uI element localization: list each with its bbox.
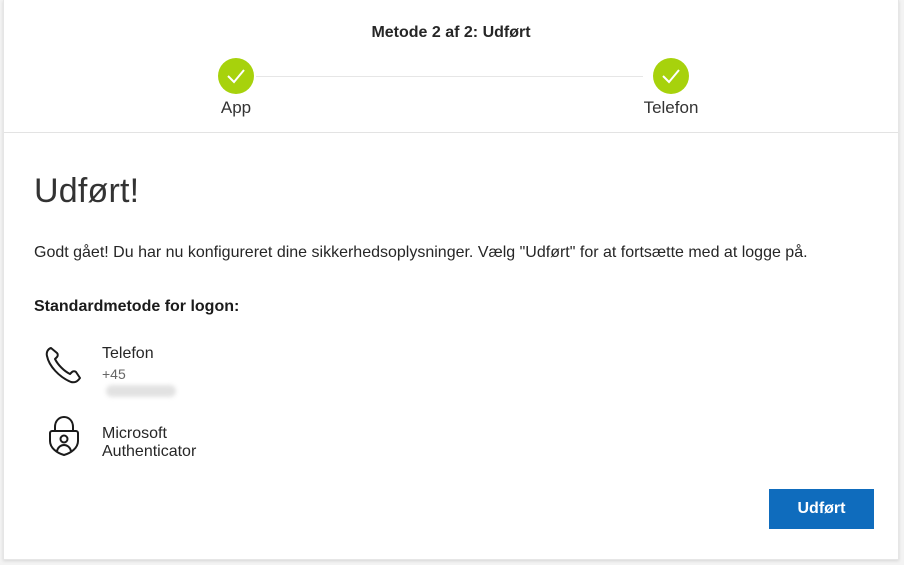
redacted-number	[106, 385, 176, 398]
done-button[interactable]: Udført	[769, 489, 874, 529]
method-phone-name: Telefon	[102, 345, 154, 362]
step-title: Metode 2 af 2: Udført	[371, 24, 531, 41]
step-app: App	[176, 58, 296, 118]
default-method-heading: Standardmetode for logon:	[34, 298, 240, 315]
setup-card: Metode 2 af 2: Udført App Telefon Udført…	[3, 0, 899, 560]
phone-icon	[42, 343, 86, 392]
step-phone: Telefon	[611, 58, 731, 118]
method-authenticator-name: Microsoft Authenticator	[102, 425, 197, 460]
check-icon	[653, 58, 689, 94]
progress-line	[256, 76, 643, 77]
authenticator-lock-icon	[42, 413, 86, 462]
description-text: Godt gået! Du har nu konfigureret dine s…	[34, 244, 808, 261]
page-title: Udført!	[34, 172, 140, 210]
check-icon	[218, 58, 254, 94]
step-label-phone: Telefon	[643, 98, 699, 117]
progress-header: Metode 2 af 2: Udført App Telefon	[4, 0, 898, 133]
method-phone-number: +45	[102, 366, 176, 398]
step-label-app: App	[220, 98, 252, 117]
main-content: Udført! Godt gået! Du har nu konfigurere…	[34, 150, 874, 460]
